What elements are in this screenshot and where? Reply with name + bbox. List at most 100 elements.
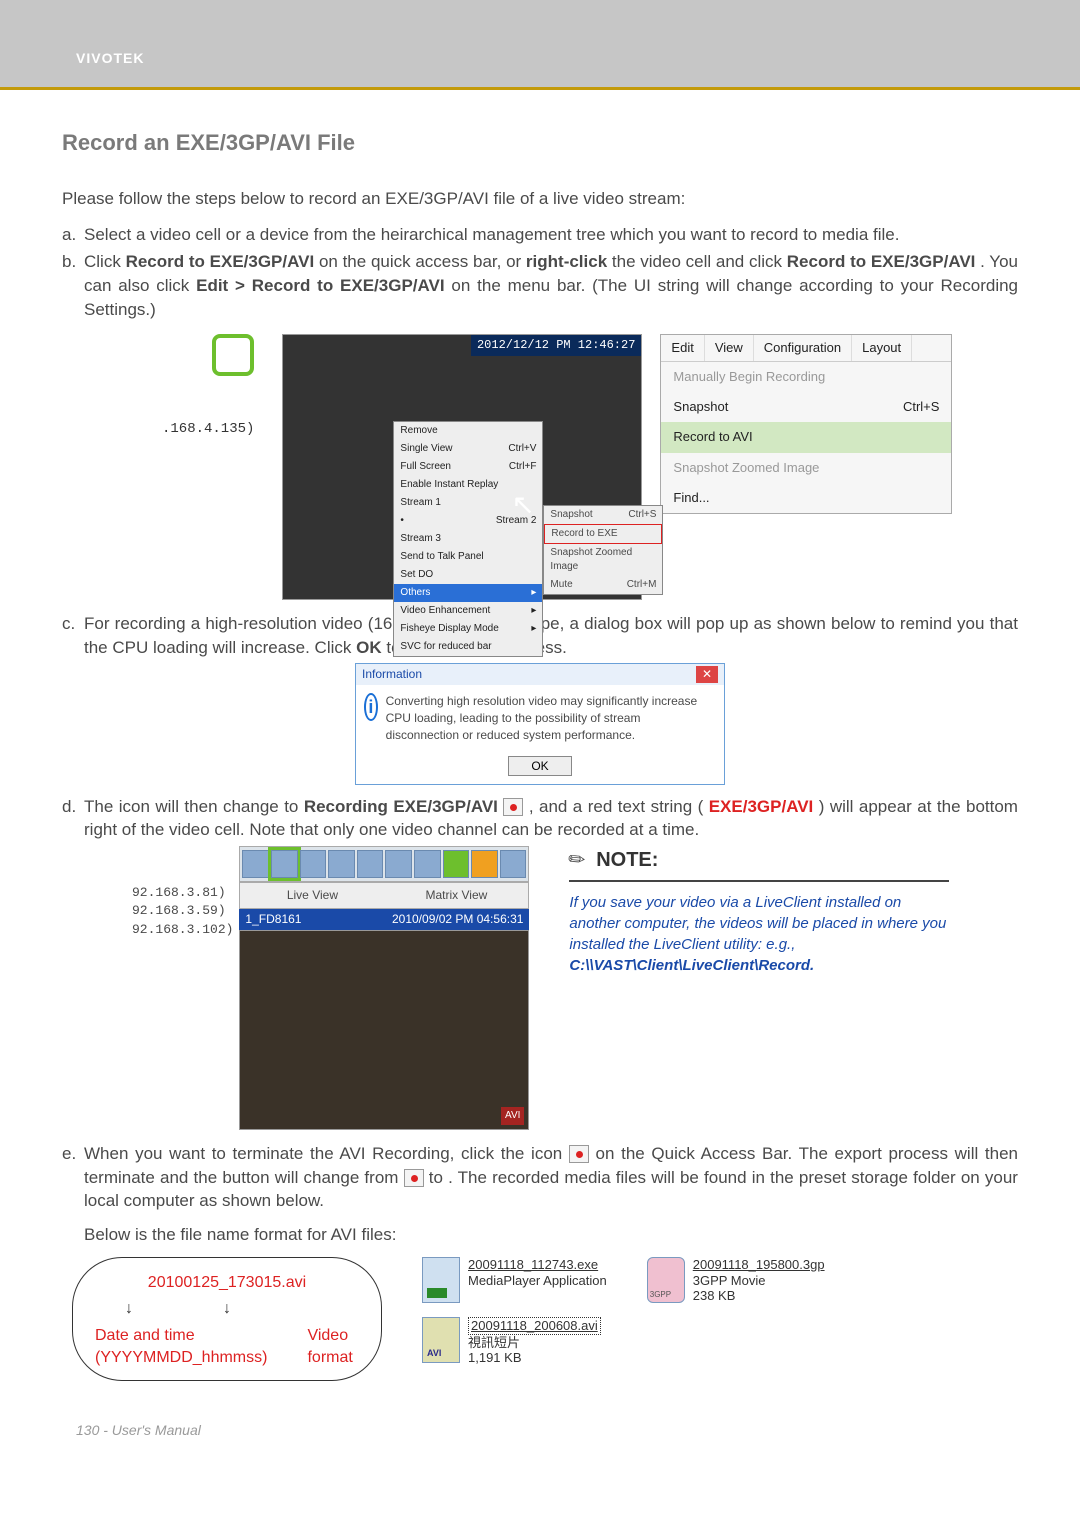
ctx-others[interactable]: Others▸ (394, 584, 542, 602)
tab-matrix-view[interactable]: Matrix View (384, 883, 528, 908)
menu-tabs: Edit View Configuration Layout (661, 335, 951, 362)
t: , and a red text string ( (529, 797, 703, 816)
step-b-label: b. (62, 250, 84, 321)
note-header: ✎ NOTE: (569, 846, 949, 882)
arrows: ↓ ↓ (125, 1298, 359, 1320)
note-title: NOTE: (596, 846, 658, 874)
close-icon[interactable]: ✕ (696, 666, 718, 683)
format-label: Video format (307, 1325, 359, 1370)
sub-snapshot[interactable]: SnapshotCtrl+S (544, 506, 662, 524)
info-icon: i (364, 693, 378, 721)
menu-zoom[interactable]: Snapshot Zoomed Image (661, 453, 951, 483)
dialog-message: Converting high resolution video may sig… (386, 693, 716, 743)
menu-record-avi[interactable]: Record to AVI (661, 422, 951, 452)
note-icon: ✎ (562, 844, 593, 876)
device-name: 1_FD8161 (239, 909, 307, 930)
file-meta: 20091118_200608.avi 視訊短片 1,191 KB (468, 1317, 601, 1366)
recording-icon[interactable] (569, 1145, 589, 1163)
cursor-icon: ↖ (511, 485, 534, 524)
menu-find[interactable]: Find... (661, 483, 951, 513)
bar-btn[interactable] (500, 850, 527, 878)
step-a-label: a. (62, 223, 84, 247)
menu-snapshot[interactable]: SnapshotCtrl+S (661, 392, 951, 422)
ctx-video-enh[interactable]: Video Enhancement▸ (394, 602, 542, 620)
bar-btn[interactable] (414, 850, 441, 878)
exe-file-icon (422, 1257, 460, 1303)
forward-icon[interactable] (471, 850, 498, 878)
file-avi[interactable]: 20091118_200608.avi 視訊短片 1,191 KB (422, 1317, 607, 1366)
context-submenu[interactable]: SnapshotCtrl+S Record to EXE Snapshot Zo… (543, 505, 663, 595)
ctx-talk[interactable]: Send to Talk Panel (394, 548, 542, 566)
video-thumbnail[interactable]: AVI (239, 930, 529, 1130)
note-panel: ✎ NOTE: If you save your video via a Liv… (569, 846, 949, 976)
sub-mute[interactable]: MuteCtrl+M (544, 576, 662, 594)
bar-btn[interactable] (357, 850, 384, 878)
3gp-file-icon (647, 1257, 685, 1303)
file-desc: 視訊短片 (468, 1335, 601, 1351)
step-e-label: e. (62, 1142, 84, 1247)
record-button-highlight[interactable] (212, 334, 254, 376)
file-meta: 20091118_112743.exe MediaPlayer Applicat… (468, 1257, 607, 1288)
ctx-fisheye[interactable]: Fisheye Display Mode▸ (394, 620, 542, 638)
step-a: a. Select a video cell or a device from … (62, 223, 1018, 247)
bar-btn[interactable] (300, 850, 327, 878)
brand-label: VIVOTEK (76, 49, 144, 69)
t: When you want to terminate the AVI Recor… (84, 1144, 569, 1163)
step-a-text: Select a video cell or a device from the… (84, 223, 1018, 247)
edit-menu[interactable]: Edit View Configuration Layout Manually … (660, 334, 952, 514)
ctx-stream3[interactable]: Stream 3 (394, 530, 542, 548)
ctx-setdo[interactable]: Set DO (394, 566, 542, 584)
below-text: Below is the file name format for AVI fi… (84, 1223, 1018, 1247)
t: the video cell and click (612, 252, 787, 271)
section-title: Record an EXE/3GP/AVI File (62, 128, 1018, 159)
bold: Record to EXE/3GP/AVI (787, 252, 976, 271)
dialog-titlebar: Information ✕ (356, 664, 724, 685)
ok-button[interactable]: OK (508, 756, 571, 776)
note-path: C:\\VAST\Client\LiveClient\Record. (569, 957, 814, 974)
t: on the quick access bar, or (319, 252, 526, 271)
record-button[interactable] (271, 850, 298, 878)
file-exe[interactable]: 20091118_112743.exe MediaPlayer Applicat… (422, 1257, 607, 1303)
file-format-box: 20100125_173015.avi ↓ ↓ Date and time (Y… (72, 1257, 382, 1381)
video-ts: 2010/09/02 PM 04:56:31 (386, 909, 529, 930)
ip-item: 92.168.3.81) (132, 884, 233, 902)
ctx-full-screen[interactable]: Full ScreenCtrl+F (394, 458, 542, 476)
tab-edit[interactable]: Edit (661, 335, 704, 361)
ctx-single-view[interactable]: Single ViewCtrl+V (394, 440, 542, 458)
step-c-label: c. (62, 612, 84, 660)
file-size: 238 KB (693, 1288, 825, 1304)
figure-row-b: .168.4.135) 2012/12/12 PM 12:46:27 Remov… (162, 334, 1018, 600)
file-name: 20091118_112743.exe (468, 1257, 607, 1273)
step-b: b. Click Record to EXE/3GP/AVI on the qu… (62, 250, 1018, 321)
tab-live-view[interactable]: Live View (240, 883, 384, 908)
step-d: d. The icon will then change to Recordin… (62, 795, 1018, 843)
file-3gp[interactable]: 20091118_195800.3gp 3GPP Movie 238 KB (647, 1257, 825, 1304)
bar-btn[interactable] (242, 850, 269, 878)
back-icon[interactable] (443, 850, 470, 878)
red-text: EXE/3GP/AVI (709, 797, 814, 816)
video-cell[interactable]: 2012/12/12 PM 12:46:27 Remove Single Vie… (282, 334, 642, 600)
file-desc: MediaPlayer Application (468, 1273, 607, 1289)
avi-badge: AVI (501, 1107, 524, 1125)
tab-layout[interactable]: Layout (852, 335, 912, 361)
context-menu[interactable]: Remove Single ViewCtrl+V Full ScreenCtrl… (393, 421, 543, 657)
page-content: Record an EXE/3GP/AVI File Please follow… (0, 90, 1080, 1381)
file-size: 1,191 KB (468, 1350, 601, 1366)
sub-zoom[interactable]: Snapshot Zoomed Image (544, 544, 662, 576)
view-tabs: Live View Matrix View (239, 882, 529, 909)
menu-manual-record[interactable]: Manually Begin Recording (661, 362, 951, 392)
ctx-remove[interactable]: Remove (394, 422, 542, 440)
toolbar-figure: Live View Matrix View 1_FD8161 2010/09/0… (239, 846, 529, 1130)
tab-config[interactable]: Configuration (754, 335, 852, 361)
recording-icon (503, 798, 523, 816)
ctx-svc[interactable]: SVC for reduced bar (394, 638, 542, 656)
page-footer: 130 - User's Manual (0, 1421, 1080, 1471)
bold: right-click (526, 252, 607, 271)
sub-record-exe[interactable]: Record to EXE (544, 524, 662, 544)
date-label: Date and time (YYYYMMDD_hhmmss) (95, 1325, 267, 1370)
bar-btn[interactable] (328, 850, 355, 878)
step-b-text: Click Record to EXE/3GP/AVI on the quick… (84, 250, 1018, 321)
tab-view[interactable]: View (705, 335, 754, 361)
page-banner: VIVOTEK (0, 0, 1080, 90)
bar-btn[interactable] (385, 850, 412, 878)
